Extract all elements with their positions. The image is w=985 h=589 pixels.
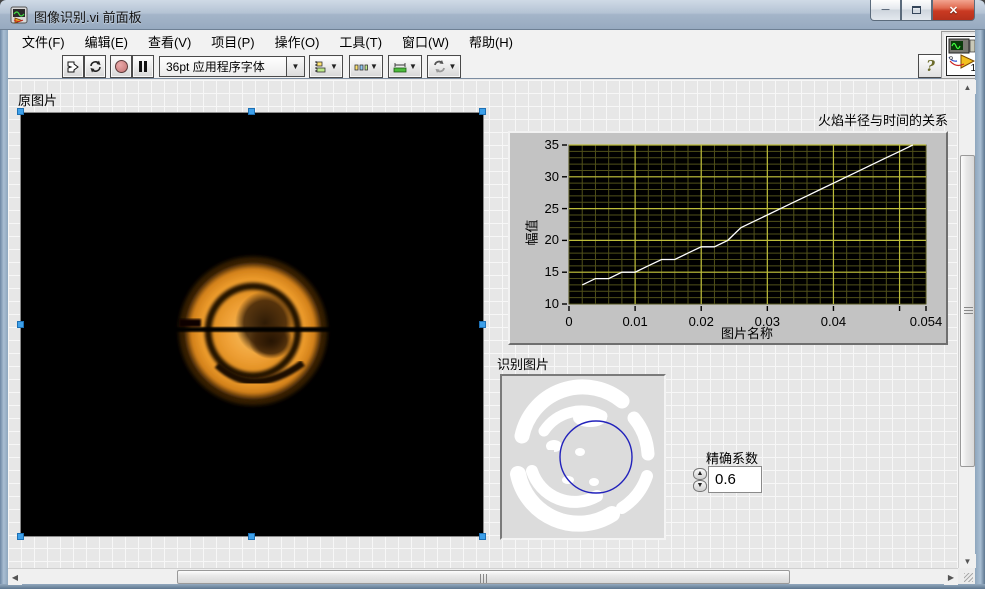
selection-handle[interactable] xyxy=(479,321,486,328)
distribute-objects-icon xyxy=(354,64,368,70)
resize-objects-button[interactable]: ▼ xyxy=(388,55,422,78)
menu-window[interactable]: 窗口(W) xyxy=(392,29,459,54)
pause-icon xyxy=(139,61,147,72)
chart-title: 火焰半径与时间的关系 xyxy=(817,113,948,128)
menu-project[interactable]: 项目(P) xyxy=(201,29,264,54)
run-continuously-icon xyxy=(89,60,101,73)
menu-help[interactable]: 帮助(H) xyxy=(459,29,523,54)
resize-grip[interactable] xyxy=(958,568,975,584)
chevron-down-icon: ▼ xyxy=(409,62,417,71)
window-border-bottom xyxy=(0,584,985,589)
x-tick-label: 0.054 xyxy=(909,314,943,329)
help-icon: ? xyxy=(926,57,935,75)
waveform-chart[interactable]: 幅值 图片名称 10 15 20 25 30 35 0 0.01 0.02 0.03 0.04 0.0… xyxy=(508,131,948,345)
align-objects-button[interactable]: ▼ xyxy=(309,55,343,78)
run-arrow-icon xyxy=(67,61,79,72)
abort-button[interactable] xyxy=(110,55,132,78)
minimize-button[interactable]: ─ xyxy=(870,0,901,21)
recognized-image[interactable] xyxy=(500,374,666,540)
menu-view[interactable]: 查看(V) xyxy=(138,29,201,54)
menu-file[interactable]: 文件(F) xyxy=(12,29,75,54)
scroll-down-icon[interactable]: ▼ xyxy=(959,554,976,568)
flame-image xyxy=(21,113,483,536)
decrement-icon: ▼ xyxy=(696,482,704,489)
x-tick-label: 0.04 xyxy=(820,314,847,329)
scroll-right-icon[interactable]: ▶ xyxy=(944,569,958,585)
selection-handle[interactable] xyxy=(17,108,24,115)
close-icon: ✕ xyxy=(948,4,959,17)
selection-handle[interactable] xyxy=(17,321,24,328)
toolbar: 36pt 应用程序字体 ▼ ▼ ▼ ▼ ▼ ? xyxy=(8,52,943,79)
reorder-objects-button[interactable]: ▼ xyxy=(427,55,461,78)
align-objects-icon xyxy=(315,60,326,73)
selection-handle[interactable] xyxy=(248,108,255,115)
decrement-button[interactable]: ▼ xyxy=(693,479,707,492)
panel-grid-background: 原图片 火焰半径与时间的关系 幅值 图片名称 10 15 20 25 30 35… xyxy=(8,80,958,568)
menu-edit[interactable]: 编辑(E) xyxy=(75,29,138,54)
labview-front-panel-window: 图像识别.vi 前面板 ─ ✕ 文件(F) 编辑(E) 查看(V) 项目(P) … xyxy=(0,0,985,589)
menu-bar: 文件(F) 编辑(E) 查看(V) 项目(P) 操作(O) 工具(T) 窗口(W… xyxy=(8,30,941,52)
menu-operate[interactable]: 操作(O) xyxy=(265,29,330,54)
vertical-scrollbar-thumb[interactable] xyxy=(960,155,975,467)
y-tick-label: 10 xyxy=(544,296,559,311)
distribute-objects-button[interactable]: ▼ xyxy=(349,55,383,78)
maximize-button[interactable] xyxy=(901,0,932,21)
chevron-down-icon: ▼ xyxy=(291,62,300,71)
increment-button[interactable]: ▲ xyxy=(693,467,707,480)
pause-button[interactable] xyxy=(132,55,154,78)
window-border-left xyxy=(0,30,8,584)
precision-value: 0.6 xyxy=(715,471,736,488)
maximize-icon xyxy=(912,6,921,14)
threshold-image xyxy=(502,376,664,538)
font-selector-value: 36pt 应用程序字体 xyxy=(166,60,265,74)
x-tick-label: 0.02 xyxy=(688,314,714,329)
resize-objects-icon xyxy=(393,62,407,72)
labview-vi-icon xyxy=(10,6,28,24)
horizontal-scrollbar-thumb[interactable] xyxy=(177,570,790,584)
selection-handle[interactable] xyxy=(248,533,255,540)
y-tick-label: 25 xyxy=(544,200,559,216)
y-tick-label: 20 xyxy=(544,232,559,248)
scroll-left-icon[interactable]: ◀ xyxy=(8,569,22,585)
precision-label: 精确系数 xyxy=(706,451,759,466)
x-tick-label: 0.03 xyxy=(754,314,780,329)
original-image-label: 原图片 xyxy=(18,93,58,108)
title-bar[interactable]: 图像识别.vi 前面板 ─ ✕ xyxy=(0,0,985,30)
chevron-down-icon: ▼ xyxy=(330,62,338,71)
font-selector[interactable]: 36pt 应用程序字体 xyxy=(159,56,287,77)
chevron-down-icon: ▼ xyxy=(370,62,378,71)
window-border-right xyxy=(975,30,985,584)
font-selector-arrow[interactable]: ▼ xyxy=(287,56,305,77)
y-tick-label: 30 xyxy=(544,168,559,184)
scroll-up-icon[interactable]: ▲ xyxy=(959,80,976,94)
original-image[interactable] xyxy=(20,112,484,537)
close-button[interactable]: ✕ xyxy=(932,0,975,21)
run-button[interactable] xyxy=(62,55,84,78)
window-title: 图像识别.vi 前面板 xyxy=(34,10,142,25)
run-continuously-button[interactable] xyxy=(84,55,106,78)
increment-icon: ▲ xyxy=(696,470,704,477)
x-tick-label: 0 xyxy=(565,314,573,329)
abort-icon xyxy=(114,60,128,73)
help-button[interactable]: ? xyxy=(918,54,943,78)
horizontal-scrollbar[interactable]: ◀ ▶ xyxy=(8,568,958,585)
menu-tools[interactable]: 工具(T) xyxy=(329,29,392,54)
y-tick-label: 15 xyxy=(544,264,559,280)
minimize-icon: ─ xyxy=(881,4,890,16)
selection-handle[interactable] xyxy=(479,108,486,115)
precision-value-field[interactable]: 0.6 xyxy=(708,466,762,493)
chevron-down-icon: ▼ xyxy=(448,62,457,71)
y-tick-label: 35 xyxy=(544,137,559,152)
front-panel: 原图片 火焰半径与时间的关系 幅值 图片名称 10 15 20 25 30 35… xyxy=(8,80,976,585)
precision-control: ▲ ▼ 0.6 xyxy=(693,466,762,493)
x-tick-label: 0.01 xyxy=(622,314,648,329)
vertical-scrollbar[interactable]: ▲ ▼ xyxy=(958,80,976,568)
selection-handle[interactable] xyxy=(479,533,486,540)
selection-handle[interactable] xyxy=(17,533,24,540)
reorder-objects-icon xyxy=(433,60,445,73)
recognized-image-label: 识别图片 xyxy=(497,357,550,372)
